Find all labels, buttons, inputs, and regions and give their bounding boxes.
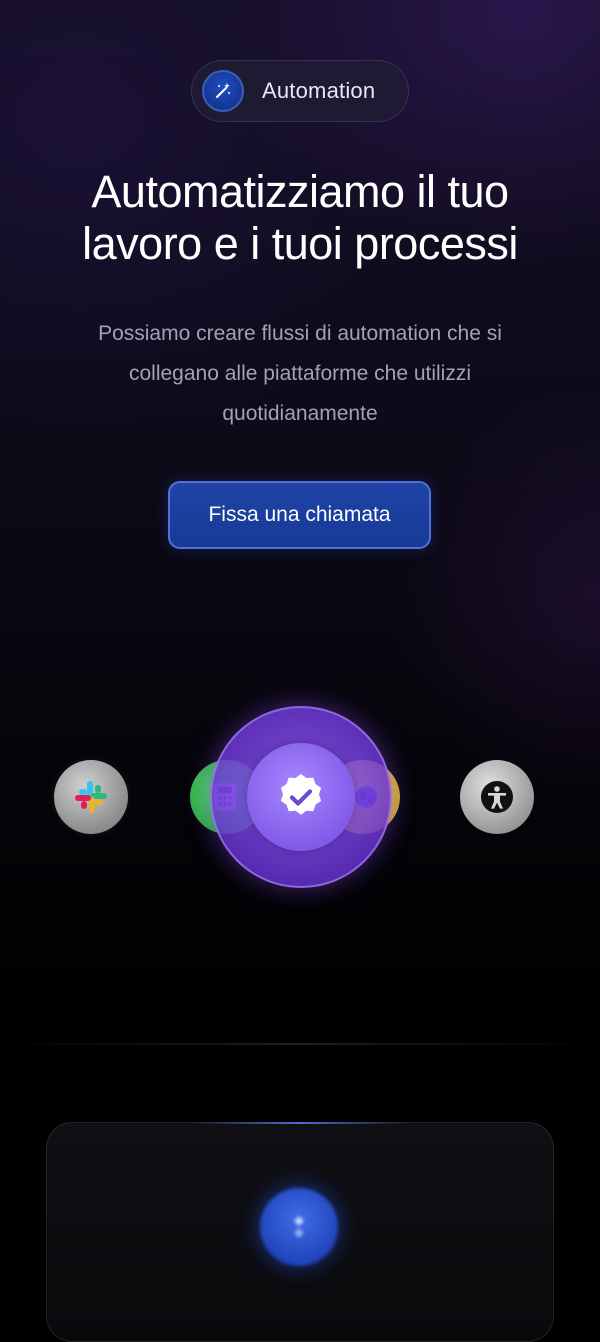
verified-check-icon [247,743,355,851]
page-title: Automatizziamo il tuo lavoro e i tuoi pr… [0,166,600,270]
accessibility-icon [460,760,534,834]
subtitle-line-3: quotidianamente [222,402,378,425]
title-line-2: lavoro e i tuoi processi [82,218,518,269]
title-line-1: Automatizziamo il tuo [91,166,509,217]
slack-icon [54,760,128,834]
card-top-glow [190,1122,410,1124]
section-divider [0,1043,600,1045]
page-subtitle: Possiamo creare flussi di automation che… [50,314,550,434]
badge-label: Automation [262,78,376,103]
magic-wand-icon [202,70,244,112]
integration-icon [260,1188,338,1266]
subtitle-line-1: Possiamo creare flussi di automation che… [98,322,502,345]
automation-badge: Automation [191,60,409,122]
book-call-button[interactable]: Fissa una chiamata [168,481,431,549]
subtitle-line-2: collegano alle piattaforme che utilizzi [128,362,472,385]
